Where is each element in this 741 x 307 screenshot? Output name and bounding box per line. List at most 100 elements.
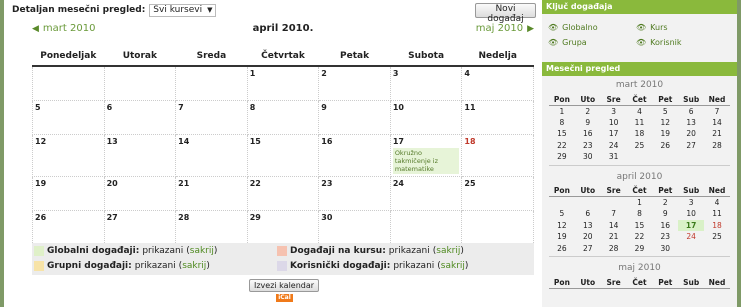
month-navigation: ◀ mart 2010 april 2010. maj 2010 ▶ — [32, 23, 534, 39]
day-number: 4 — [464, 69, 470, 78]
calendar-day[interactable]: 23 — [318, 175, 391, 211]
mini-day: 29 — [557, 152, 567, 162]
hide-group-link[interactable]: sakrij — [182, 261, 206, 271]
day-number: 26 — [35, 212, 47, 222]
key-course[interactable]: 👁 Kurs — [636, 23, 668, 32]
calendar-day[interactable]: 5 — [32, 99, 105, 135]
calendar-day[interactable]: 18 — [461, 133, 534, 177]
calendar-day[interactable]: 29 — [246, 209, 320, 245]
hide-course-link[interactable]: sakrij — [436, 246, 460, 256]
calendar-day[interactable]: 21 — [175, 175, 248, 211]
new-event-button[interactable]: Novi događaj — [475, 3, 536, 24]
legend-global-status: prikazani — [142, 246, 184, 256]
calendar-day[interactable]: 8 — [246, 99, 320, 135]
course-select[interactable]: Svi kursevi ▼ — [149, 3, 217, 17]
legend-course-label: Događaji na kursu: — [290, 246, 386, 256]
calendar-day[interactable]: 30 — [318, 209, 391, 245]
key-group[interactable]: 👁 Grupa — [548, 38, 587, 47]
calendar-day[interactable]: 7 — [175, 99, 248, 135]
calendar-day[interactable]: 2 — [318, 65, 391, 101]
mini-day: 14 — [712, 117, 722, 127]
mini-month-march-title[interactable]: mart 2010 — [542, 76, 737, 94]
mini-day: 21 — [608, 232, 619, 242]
calendar-day-empty — [103, 65, 177, 101]
day-number: 6 — [106, 102, 113, 112]
mini-day: 27 — [686, 140, 696, 150]
mini-day — [704, 151, 730, 163]
mini-day: 2 — [585, 106, 591, 116]
calendar-day[interactable]: 6 — [103, 99, 177, 135]
day-number: 17 — [392, 136, 404, 146]
mini-day: 9 — [662, 209, 668, 219]
mini-day: 25 — [712, 232, 722, 242]
mini-weekday: Sub — [678, 185, 705, 197]
mini-day: 2 — [662, 198, 668, 207]
calendar-day[interactable]: 17 Okružno takmičenje iz matematike — [389, 133, 463, 177]
mini-day: 12 — [660, 117, 671, 127]
mini-day: 10 — [686, 209, 696, 219]
calendar-day[interactable]: 11 — [461, 99, 534, 135]
mini-day: 27 — [582, 243, 593, 253]
legend-global: Globalni događaji: prikazani (sakrij) — [34, 246, 217, 256]
calendar-day[interactable]: 9 — [318, 99, 391, 135]
course-swatch — [277, 246, 287, 256]
calendar-day[interactable]: 20 — [103, 175, 177, 211]
mini-day: 20 — [582, 232, 593, 242]
left-frame-border — [0, 0, 4, 307]
mini-day: 5 — [662, 106, 668, 116]
key-user[interactable]: 👁 Korisnik — [636, 38, 682, 47]
calendar-day[interactable]: 1 — [246, 65, 320, 101]
calendar-day[interactable]: 24 — [389, 175, 463, 211]
weekday-header: Sreda — [175, 47, 248, 67]
calendar-day[interactable]: 25 — [461, 175, 534, 211]
mini-day: 7 — [611, 209, 616, 219]
mini-day: 7 — [714, 106, 720, 116]
calendar-day[interactable]: 16 — [318, 133, 391, 177]
eye-icon: 👁 — [548, 23, 559, 32]
mini-day — [652, 151, 678, 163]
user-swatch — [277, 261, 287, 271]
calendar-day[interactable]: 15 — [246, 133, 320, 177]
day-number: 16 — [321, 136, 333, 146]
mini-day: 29 — [634, 243, 645, 253]
mini-weekday: Čet — [626, 185, 653, 197]
event-key-body: 👁 Globalno 👁 Kurs 👁 Grupa 👁 Korisnik — [542, 14, 737, 58]
hide-global-link[interactable]: sakrij — [190, 246, 214, 256]
day-number: 30 — [321, 212, 333, 222]
mini-day-holiday: 24 — [686, 232, 696, 242]
calendar-day[interactable]: 27 — [103, 209, 177, 245]
mini-day: 28 — [608, 243, 619, 253]
mini-day-event[interactable]: 17 — [678, 219, 705, 231]
calendar-day[interactable]: 22 — [246, 175, 320, 211]
hide-user-link[interactable]: sakrij — [441, 261, 465, 271]
calendar-day[interactable]: 14 — [175, 133, 248, 177]
calendar-day[interactable]: 4 — [461, 65, 534, 101]
mini-month-april-title[interactable]: april 2010 — [542, 168, 737, 186]
mini-weekday: Ned — [704, 94, 730, 106]
mini-day: 19 — [557, 232, 567, 242]
mini-month-may-title[interactable]: maj 2010 — [542, 259, 737, 277]
mini-day: 12 — [557, 220, 567, 230]
calendar-day[interactable]: 26 — [32, 209, 105, 245]
calendar-day[interactable]: 28 — [175, 209, 248, 245]
key-global[interactable]: 👁 Globalno — [548, 23, 598, 32]
calendar-day[interactable]: 3 — [389, 65, 463, 101]
day-number: 2 — [321, 69, 327, 78]
day-number: 8 — [249, 102, 256, 112]
calendar-week-row: 12 13 14 15 16 17 Okružno takmičenje iz … — [32, 133, 534, 177]
calendar-day[interactable]: 13 — [103, 133, 177, 177]
mini-day: 22 — [634, 232, 645, 242]
calendar-day[interactable]: 19 — [32, 175, 105, 211]
legend-user: Korisnički događaji: prikazani (sakrij) — [277, 261, 468, 271]
legend-group-label: Grupni događaji: — [47, 261, 132, 271]
mini-weekday: Pon — [549, 185, 575, 197]
calendar-day[interactable]: 12 — [32, 133, 105, 177]
export-calendar-button[interactable]: Izvezi kalendar — [249, 279, 320, 292]
mini-day: 16 — [582, 129, 593, 139]
calendar-day[interactable]: 10 — [389, 99, 463, 135]
next-month-link[interactable]: maj 2010 ▶ — [476, 23, 534, 34]
mini-calendar-april: Pon Uto Sre Čet Pet Sub Ned 1234 5 6 7 8 9 10… — [549, 185, 730, 255]
calendar-event[interactable]: Okružno takmičenje iz matematike — [392, 147, 460, 174]
ical-link[interactable]: iCal — [276, 294, 293, 302]
view-toolbar: Detaljan mesečni pregled: Svi kursevi ▼ — [12, 3, 217, 17]
